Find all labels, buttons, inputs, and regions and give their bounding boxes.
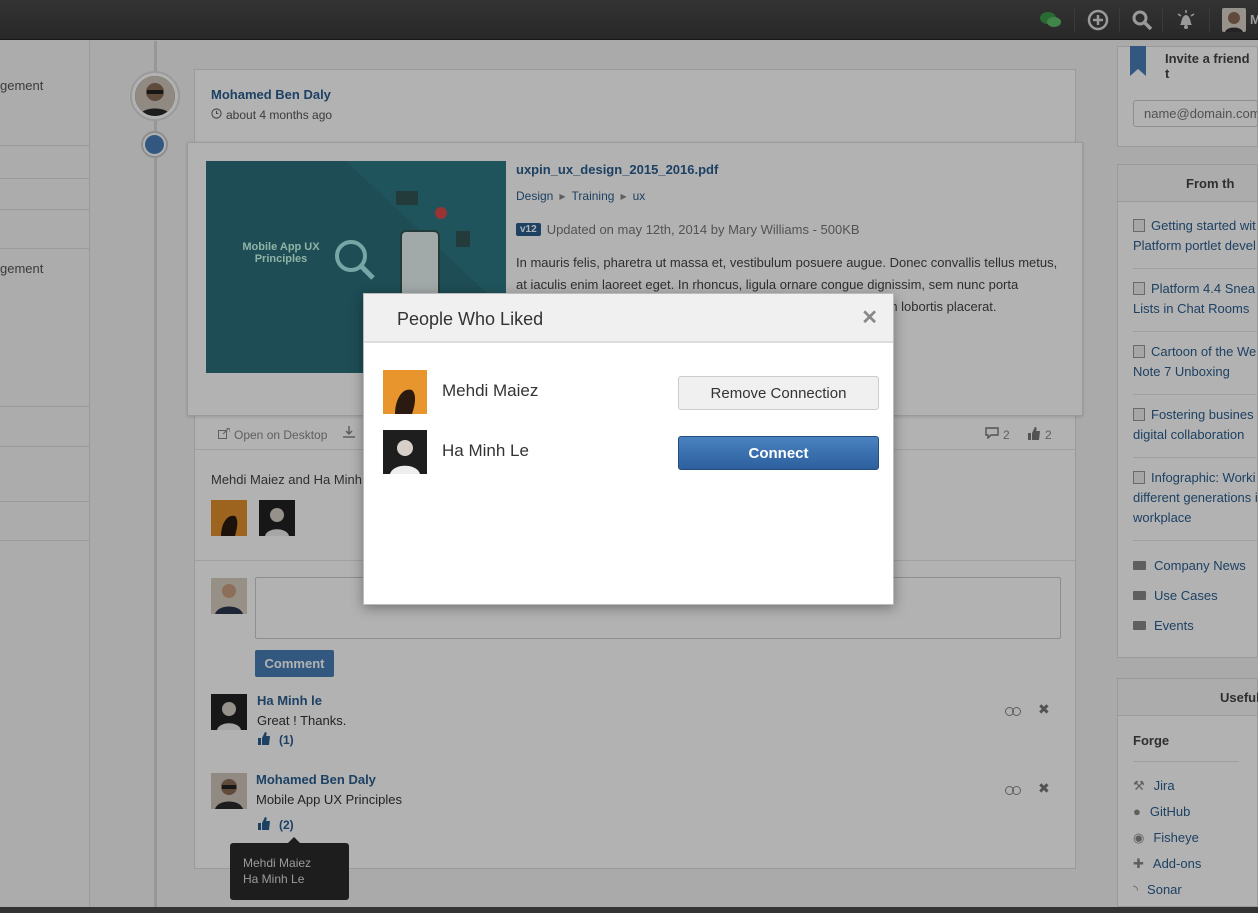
remove-connection-button[interactable]: Remove Connection xyxy=(678,376,879,410)
people-who-liked-dialog: People Who Liked ✕ Mehdi Maiez Remove Co… xyxy=(363,293,894,605)
bottom-bar xyxy=(0,907,1258,913)
dialog-header: People Who Liked ✕ xyxy=(364,294,893,343)
dialog-title: People Who Liked xyxy=(397,309,544,329)
liker-row: Ha Minh Le Connect xyxy=(383,430,880,474)
liker-name[interactable]: Ha Minh Le xyxy=(442,441,529,461)
close-icon[interactable]: ✕ xyxy=(861,305,878,330)
liker-avatar[interactable] xyxy=(383,430,427,474)
liker-row: Mehdi Maiez Remove Connection xyxy=(383,370,880,414)
connect-button[interactable]: Connect xyxy=(678,436,879,470)
liker-name[interactable]: Mehdi Maiez xyxy=(442,381,538,401)
liker-avatar[interactable] xyxy=(383,370,427,414)
